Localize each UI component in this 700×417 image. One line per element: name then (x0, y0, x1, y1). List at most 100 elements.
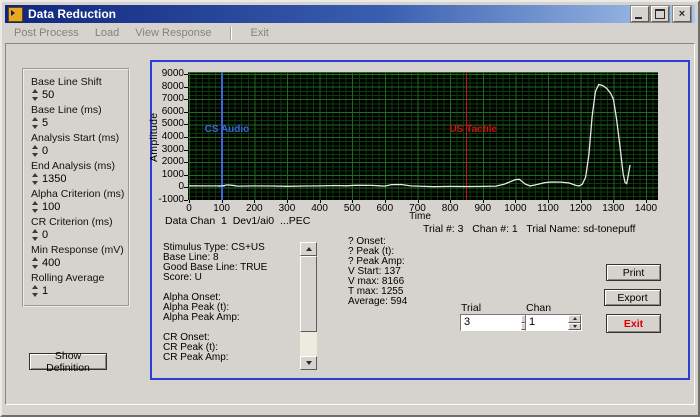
x-tick-label: 400 (311, 203, 328, 214)
x-tick-mark (613, 200, 615, 203)
spinner-icon[interactable] (31, 257, 39, 269)
x-tick-label: 300 (278, 203, 296, 214)
title-bar[interactable]: Data Reduction × (5, 5, 695, 23)
y-tick-mark (184, 187, 188, 189)
x-tick-mark (384, 200, 386, 203)
param-label: End Analysis (ms) (31, 160, 116, 172)
results-scrollbar[interactable] (300, 242, 317, 370)
x-tick-label: 1100 (537, 203, 559, 214)
y-tick-label: 3000 (161, 143, 184, 155)
param-label: Base Line Shift (31, 76, 102, 88)
x-tick-mark (450, 200, 452, 203)
x-tick-mark (548, 200, 550, 203)
y-tick-mark (184, 174, 188, 176)
y-tick-label: 9000 (161, 68, 184, 79)
scroll-up-icon[interactable] (300, 242, 317, 256)
y-tick-mark (184, 200, 188, 201)
x-tick-label: 1000 (504, 203, 527, 214)
menu-exit[interactable]: Exit (251, 27, 269, 39)
menu-bar: Post Process Load View Response Exit (5, 23, 695, 43)
trial-input[interactable]: 3 (460, 314, 535, 331)
x-tick-mark (221, 200, 223, 203)
waveform (188, 83, 631, 188)
param-min-response: Min Response (mV) 400 (31, 244, 124, 269)
window: Data Reduction × Post Process Load View … (0, 0, 700, 417)
x-tick-label: 200 (245, 203, 263, 214)
x-tick-mark (646, 200, 647, 203)
param-value[interactable]: 5 (42, 117, 48, 129)
trial-info-text: Trial #: 3 Chan #: 1 Trial Name: sd-tone… (423, 223, 636, 235)
param-value[interactable]: 0 (42, 145, 48, 157)
results-left-column: Stimulus Type: CS+US Base Line: 8 Good B… (163, 243, 267, 363)
minimize-icon (635, 17, 642, 19)
result-line: Alpha Peak Amp: (163, 312, 240, 323)
param-value[interactable]: 1350 (42, 173, 66, 185)
x-tick-label: 100 (213, 203, 230, 214)
param-value[interactable]: 100 (42, 201, 60, 213)
param-base-line: Base Line (ms) 5 (31, 104, 102, 129)
y-tick-mark (184, 74, 188, 75)
y-tick-mark (184, 111, 188, 113)
print-button[interactable]: Print (606, 264, 661, 281)
param-label: Rolling Average (31, 272, 105, 284)
window-title: Data Reduction (28, 7, 117, 21)
x-tick-mark (319, 200, 321, 203)
maximize-button[interactable] (651, 6, 669, 22)
menu-load[interactable]: Load (95, 27, 119, 39)
y-tick-mark (184, 162, 188, 164)
show-definition-button[interactable]: Show Definition (29, 350, 107, 374)
param-rolling-average: Rolling Average 1 (31, 272, 104, 297)
result-line: CR Peak Amp: (163, 352, 229, 363)
scrollbar-thumb[interactable] (300, 256, 317, 332)
x-tick-mark (352, 200, 354, 203)
x-axis-label: Time (409, 211, 431, 222)
close-button[interactable]: × (673, 6, 691, 22)
spinner-icon[interactable] (31, 145, 39, 157)
exit-button[interactable]: Exit (606, 314, 661, 333)
y-tick-mark (184, 124, 188, 126)
spinner-icon[interactable] (31, 89, 39, 101)
export-button[interactable]: Export (604, 289, 661, 306)
minimize-button[interactable] (631, 6, 649, 22)
x-tick-mark (515, 200, 517, 203)
result-line: Score: U (163, 272, 202, 283)
chan-down-icon[interactable] (568, 322, 581, 330)
menu-post-process[interactable]: Post Process (14, 27, 79, 39)
spinner-icon[interactable] (31, 229, 39, 241)
param-label: Analysis Start (ms) (31, 132, 120, 144)
param-label: CR Criterion (ms) (31, 216, 113, 228)
param-end-analysis: End Analysis (ms) 1350 (31, 160, 115, 185)
maximize-icon (655, 9, 665, 19)
param-value[interactable]: 50 (42, 89, 54, 101)
y-tick-mark (184, 149, 188, 151)
x-tick-label: 0 (186, 203, 192, 214)
trial-value[interactable]: 3 (461, 315, 521, 330)
chan-up-icon[interactable] (568, 315, 581, 323)
param-value[interactable]: 1 (42, 285, 48, 297)
y-tick-label: 8000 (161, 80, 184, 92)
y-tick-label: 6000 (161, 105, 184, 117)
param-base-line-shift: Base Line Shift 50 (31, 76, 102, 101)
x-tick-label: 1200 (569, 203, 592, 214)
param-value[interactable]: 400 (42, 257, 60, 269)
chan-value[interactable]: 1 (526, 315, 568, 330)
plot-area: CS Audio US Tactile (188, 72, 658, 200)
param-value[interactable]: 0 (42, 229, 48, 241)
result-line: Average: 594 (348, 296, 408, 307)
y-tick-label: 7000 (161, 93, 184, 105)
param-analysis-start: Analysis Start (ms) 0 (31, 132, 119, 157)
x-tick-mark (417, 200, 419, 203)
param-label: Min Response (mV) (31, 244, 124, 256)
spinner-icon[interactable] (31, 201, 39, 213)
y-tick-label: 1000 (161, 168, 184, 180)
x-tick-mark (286, 200, 288, 203)
close-icon: × (678, 7, 686, 20)
spinner-icon[interactable] (31, 285, 39, 297)
y-tick-label: 2000 (161, 156, 184, 168)
menu-view-response[interactable]: View Response (135, 27, 211, 39)
spinner-icon[interactable] (31, 173, 39, 185)
spinner-icon[interactable] (31, 117, 39, 129)
chan-input[interactable]: 1 (525, 314, 582, 331)
scroll-down-icon[interactable] (300, 356, 317, 370)
param-cr-criterion: CR Criterion (ms) 0 (31, 216, 113, 241)
